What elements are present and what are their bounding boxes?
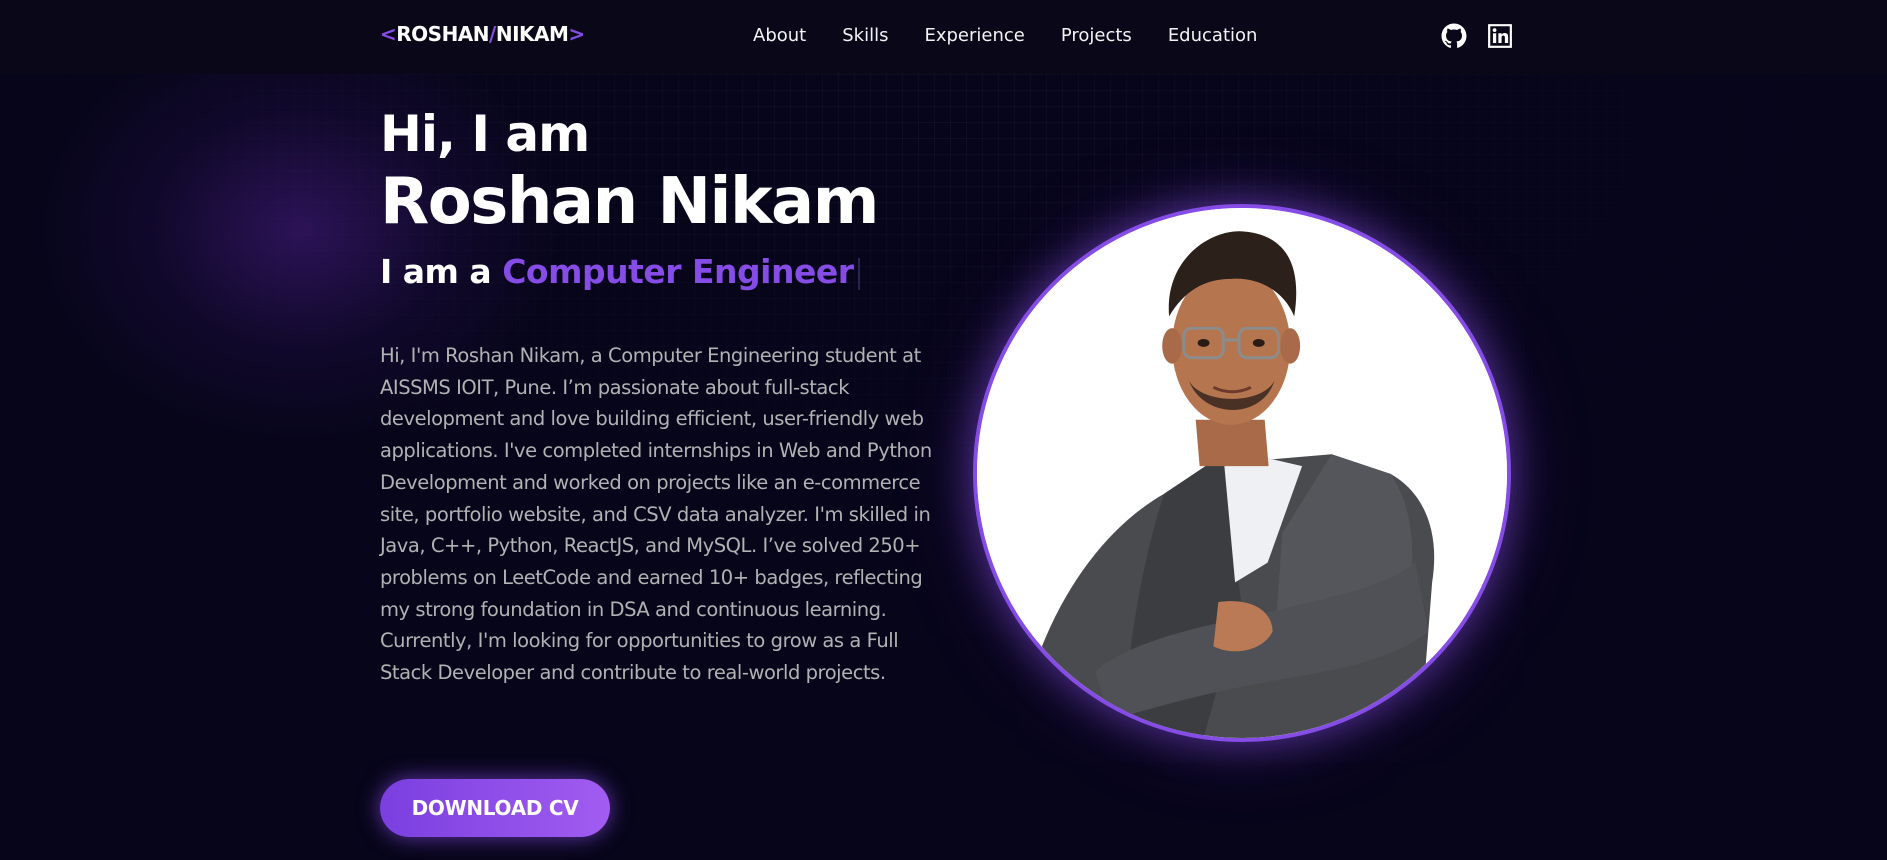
hero-role: I am a Computer Engineer <box>380 248 940 296</box>
background-grid <box>70 74 1810 494</box>
hero-intro: Hi, I am Roshan Nikam I am a Computer En… <box>380 100 940 689</box>
github-icon[interactable] <box>1441 23 1467 49</box>
nav-links: About Skills Experience Projects Educati… <box>753 25 1257 46</box>
logo-right-bracket: > <box>568 22 585 46</box>
logo-last-name: NIKAM <box>495 22 569 46</box>
typing-cursor <box>857 257 860 290</box>
social-links <box>1441 23 1513 49</box>
role-typed-text: Computer Engineer <box>502 252 854 291</box>
navbar: <ROSHAN/NIKAM> About Skills Experience P… <box>0 0 1887 74</box>
nav-link-education[interactable]: Education <box>1168 25 1258 46</box>
linkedin-icon[interactable] <box>1487 23 1513 49</box>
profile-portrait <box>977 208 1507 738</box>
nav-link-about[interactable]: About <box>753 25 806 46</box>
nav-link-skills[interactable]: Skills <box>842 25 888 46</box>
site-logo[interactable]: <ROSHAN/NIKAM> <box>380 22 585 46</box>
profile-photo <box>973 204 1511 742</box>
logo-slash: / <box>489 22 496 46</box>
logo-left-bracket: < <box>380 22 397 46</box>
nav-link-experience[interactable]: Experience <box>924 25 1024 46</box>
portfolio-page: <ROSHAN/NIKAM> About Skills Experience P… <box>0 0 1887 860</box>
role-prefix: I am a <box>380 252 492 291</box>
hero-greeting: Hi, I am <box>380 105 590 163</box>
nav-link-projects[interactable]: Projects <box>1061 25 1132 46</box>
hero-bio: Hi, I'm Roshan Nikam, a Computer Enginee… <box>380 344 932 685</box>
hero-name: Roshan Nikam <box>380 165 879 239</box>
logo-first-name: ROSHAN <box>396 22 490 46</box>
download-cv-button[interactable]: DOWNLOAD CV <box>380 779 610 837</box>
